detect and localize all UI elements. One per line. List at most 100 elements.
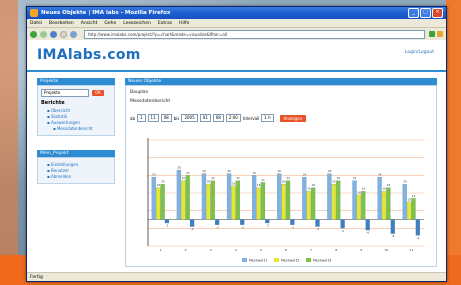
nav-item-evaluations[interactable]: Auswertungen: [47, 120, 111, 125]
bar-value-label: 16: [362, 187, 366, 191]
menu-tools[interactable]: Extras: [158, 21, 172, 26]
reports-nav: Übersicht Statistik Auswertungen Messdat…: [41, 108, 111, 131]
orange-frame-left: [0, 0, 18, 255]
bar-Messwert1-8: [327, 173, 332, 220]
forward-arrow-icon[interactable]: [40, 30, 47, 38]
bar-value-label: -4: [191, 227, 194, 231]
bar-Messwert2-8: [331, 184, 336, 220]
bar-Messwert2-3: [206, 184, 211, 220]
bar-value-label: 24: [152, 173, 156, 177]
site-logo[interactable]: IMAlabs.com: [37, 47, 141, 63]
legend-swatch-Messwert3: [306, 258, 311, 262]
bar-value-label: -9: [417, 236, 420, 240]
interval-select[interactable]: 1 h: [261, 114, 274, 122]
status-bar: Fertig: [27, 272, 446, 281]
sidebar: Projekte Projekte OK Berichte Übersicht …: [37, 78, 115, 268]
home-icon[interactable]: [70, 30, 77, 38]
bar-value-label: 26: [228, 169, 232, 173]
from-year-select[interactable]: 08: [160, 114, 172, 122]
bar-Messwert1-11: [402, 184, 407, 220]
bar-value-label: 21: [261, 178, 265, 182]
menu-bar: Datei Bearbeiten Ansicht Gehe Lesezeiche…: [27, 19, 446, 28]
nav-item-settings[interactable]: Einstellungen: [47, 162, 111, 167]
bar-Messwert2-1: [156, 187, 161, 220]
sidebar-panel-title: Projekte: [37, 78, 115, 85]
project-ok-button[interactable]: OK: [92, 90, 104, 96]
time-select[interactable]: 2:00: [225, 114, 241, 122]
bar-Messwert3-6: [285, 180, 291, 220]
x-tick-label: 7: [310, 248, 312, 252]
from-month-select[interactable]: 11: [147, 114, 159, 122]
main-panel-title: Neues Objekte: [125, 78, 437, 85]
bar-Messwert2-4: [231, 185, 236, 220]
close-button[interactable]: ×: [432, 8, 443, 18]
project-select[interactable]: Projekte: [41, 89, 89, 97]
from-label: ab: [130, 115, 135, 121]
bar-value-label: 18: [157, 183, 161, 187]
back-arrow-icon[interactable]: [30, 30, 37, 38]
bar-value-label: 28: [177, 166, 181, 170]
bar-value-label: 22: [236, 176, 240, 180]
bar-Messwert4-9: [365, 219, 370, 231]
bar-Messwert1-6: [277, 173, 282, 220]
bar-Messwert1-7: [302, 176, 307, 220]
site-header: IMAlabs.com Login/Logout: [27, 40, 446, 72]
my-project-panel-title: Mein_Projekt: [37, 150, 115, 157]
menu-help[interactable]: Hilfe: [179, 21, 189, 26]
bar-Messwert4-1: [164, 219, 170, 224]
to-month-select[interactable]: 01: [199, 114, 211, 122]
bar-chart: 241820-21282225-42262022-33261922-342518…: [147, 138, 424, 263]
x-tick-label: 6: [285, 248, 287, 252]
bar-value-label: -2: [266, 224, 269, 228]
x-tick-label: 9: [360, 248, 362, 252]
nav-item-users[interactable]: Benutzer: [47, 168, 111, 173]
to-day-select[interactable]: 2005: [181, 114, 198, 122]
menu-bookmarks[interactable]: Lesezeichen: [123, 21, 151, 26]
my-project-nav: Einstellungen Benutzer Abmelden: [41, 162, 111, 179]
bar-value-label: 20: [332, 180, 336, 184]
title-bar: Neues Objekte | IMA labs - Mozilla Firef…: [27, 7, 446, 19]
bar-value-label: 10: [408, 197, 412, 201]
nav-item-statistics[interactable]: Statistik: [47, 114, 111, 119]
browser-window: Neues Objekte | IMA labs - Mozilla Firef…: [26, 6, 447, 282]
bar-value-label: 20: [207, 180, 211, 184]
bar-value-label: 26: [278, 169, 282, 173]
menu-file[interactable]: Datei: [30, 21, 42, 26]
bar-Messwert1-3: [201, 173, 207, 220]
login-link[interactable]: Login/Logout: [405, 50, 434, 55]
minimize-button[interactable]: _: [408, 8, 419, 18]
menu-view[interactable]: Ansicht: [81, 21, 98, 26]
apply-button[interactable]: Anzeigen: [279, 114, 307, 122]
go-icon[interactable]: [429, 31, 435, 37]
address-bar[interactable]: http://www.imalabs.com/project/?p=chart&…: [84, 29, 425, 39]
x-tick-label: 5: [260, 248, 262, 252]
bar-value-label: -8: [392, 234, 395, 238]
bar-value-label: 24: [378, 173, 382, 177]
nav-item-overview[interactable]: Übersicht: [47, 108, 111, 113]
legend-label-Messwert1: Messwert1: [249, 259, 267, 263]
bar-value-label: 22: [182, 176, 186, 180]
search-icon[interactable]: [437, 31, 443, 37]
sidebar-panel: Projekte OK Berichte Übersicht Statistik…: [37, 85, 115, 136]
orange-frame-right: [446, 0, 461, 255]
menu-edit[interactable]: Bearbeiten: [49, 21, 74, 26]
from-day-select[interactable]: 1: [137, 114, 146, 122]
bar-value-label: 12: [412, 194, 416, 198]
nav-item-logout[interactable]: Abmelden: [47, 174, 111, 179]
maximize-button[interactable]: □: [420, 8, 431, 18]
stop-icon[interactable]: [60, 30, 67, 38]
to-label: bis: [173, 115, 180, 121]
nav-item-measurement-report[interactable]: Messdatenbericht: [47, 126, 111, 131]
menu-go[interactable]: Gehe: [104, 21, 116, 26]
bar-Messwert1-5: [252, 175, 257, 220]
reload-icon[interactable]: [50, 30, 57, 38]
my-project-panel: Einstellungen Benutzer Abmelden: [37, 157, 115, 184]
to-year-select[interactable]: 08: [212, 114, 224, 122]
bar-value-label: 18: [387, 183, 391, 187]
bar-value-label: 20: [161, 180, 165, 184]
legend-label-Messwert3: Messwert3: [313, 259, 331, 263]
bar-value-label: 24: [303, 173, 307, 177]
building-label: Bauplan: [130, 90, 149, 95]
bar-value-label: -3: [216, 225, 219, 229]
reports-heading: Berichte: [41, 100, 65, 106]
